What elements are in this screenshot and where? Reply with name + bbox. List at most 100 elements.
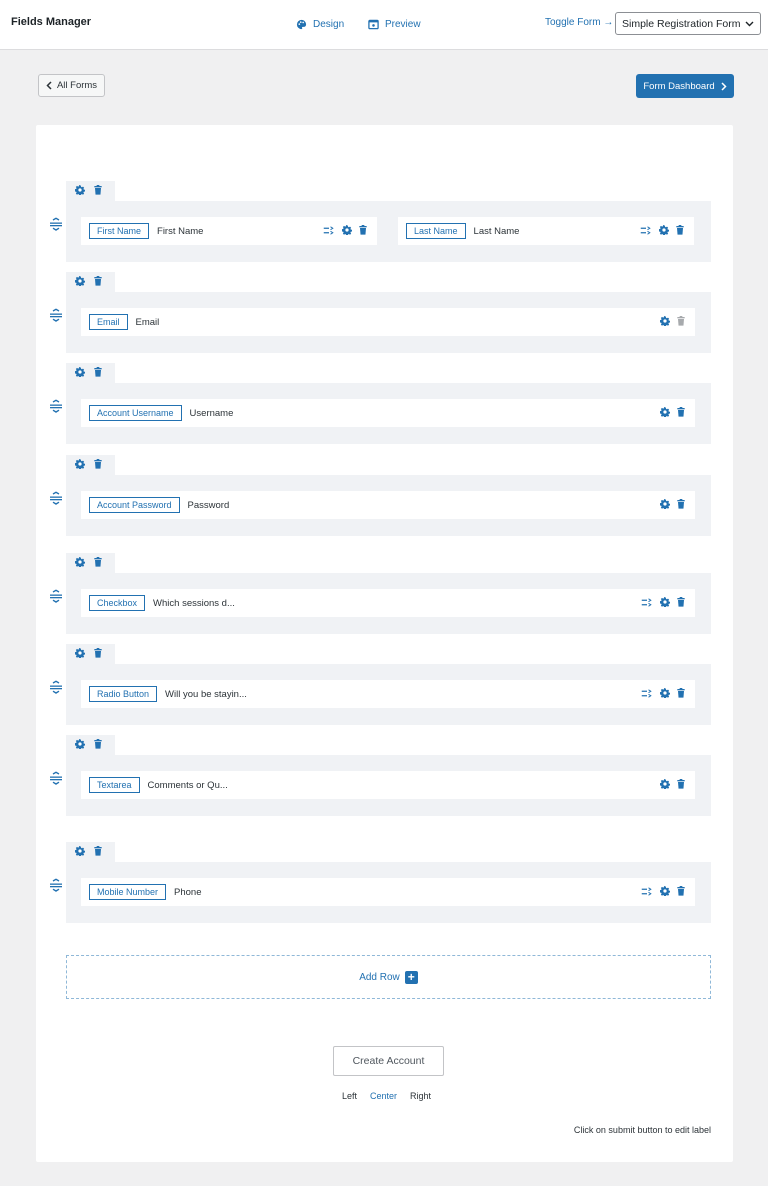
row-trash-icon[interactable] — [94, 366, 102, 380]
field-type-tag: Mobile Number — [89, 884, 167, 900]
plus-icon: + — [404, 970, 418, 984]
row-trash-icon[interactable] — [94, 647, 102, 661]
trash-icon[interactable] — [677, 688, 685, 698]
field-type-tag: Account Password — [89, 497, 180, 513]
form-select[interactable]: Simple Registration Form — [615, 12, 761, 35]
gear-icon[interactable] — [660, 499, 670, 509]
trash-icon[interactable] — [677, 779, 685, 789]
preview-tab[interactable]: Preview — [368, 19, 421, 30]
drag-handle-icon[interactable] — [49, 217, 63, 231]
gear-icon[interactable] — [660, 407, 670, 417]
row-trash-icon[interactable] — [94, 738, 102, 752]
form-field[interactable]: Email Email — [81, 308, 695, 336]
row-gear-icon[interactable] — [74, 738, 86, 752]
form-field[interactable]: First Name First Name — [81, 217, 377, 245]
row-trash-icon[interactable] — [94, 556, 102, 570]
gear-icon[interactable] — [342, 225, 352, 235]
form-field[interactable]: Account Password Password — [81, 491, 695, 519]
drag-handle-icon[interactable] — [49, 491, 63, 505]
align-right-option[interactable]: Right — [410, 1091, 431, 1101]
row-toolbar — [66, 842, 115, 862]
trash-icon[interactable] — [359, 225, 367, 235]
form-dashboard-label: Form Dashboard — [643, 80, 715, 92]
submit-button[interactable]: Create Account — [333, 1046, 444, 1076]
drag-handle-icon[interactable] — [49, 399, 63, 413]
add-row-label: Add Row — [359, 971, 400, 983]
row-gear-icon[interactable] — [74, 458, 86, 472]
all-forms-button[interactable]: All Forms — [38, 74, 105, 97]
add-row-button[interactable]: Add Row + — [66, 955, 711, 999]
conditional-logic-icon[interactable] — [323, 225, 335, 235]
trash-icon[interactable] — [677, 597, 685, 607]
gear-icon[interactable] — [660, 688, 670, 698]
field-label: Comments or Qu... — [147, 779, 228, 791]
design-tab[interactable]: Design — [296, 19, 344, 30]
row-toolbar — [66, 363, 115, 383]
row-trash-icon[interactable] — [94, 275, 102, 289]
trash-icon[interactable] — [677, 886, 685, 896]
form-builder-panel: Add Row + Create Account Left Center Rig… — [36, 125, 733, 1162]
gear-icon[interactable] — [660, 316, 670, 326]
form-field[interactable]: Radio Button Will you be stayin... — [81, 680, 695, 708]
row-trash-icon[interactable] — [94, 458, 102, 472]
conditional-logic-icon[interactable] — [641, 886, 653, 896]
drag-handle-icon[interactable] — [49, 878, 63, 892]
form-field[interactable]: Mobile Number Phone — [81, 878, 695, 906]
gear-icon[interactable] — [659, 225, 669, 235]
conditional-logic-icon[interactable] — [640, 225, 652, 235]
form-select-value: Simple Registration Form — [622, 17, 741, 30]
field-actions — [660, 316, 685, 326]
row-toolbar — [66, 181, 115, 201]
drag-handle-icon[interactable] — [49, 680, 63, 694]
submit-alignment-options: Left Center Right — [342, 1091, 431, 1101]
trash-icon[interactable] — [677, 407, 685, 417]
gear-icon[interactable] — [660, 597, 670, 607]
row-toolbar — [66, 735, 115, 755]
form-field[interactable]: Account Username Username — [81, 399, 695, 427]
submit-hint: Click on submit button to edit label — [573, 1125, 711, 1135]
row-gear-icon[interactable] — [74, 366, 86, 380]
field-label: Password — [187, 499, 230, 511]
field-actions — [660, 499, 685, 509]
gear-icon[interactable] — [660, 779, 670, 789]
form-field[interactable]: Checkbox Which sessions d... — [81, 589, 695, 617]
field-label: Will you be stayin... — [165, 688, 247, 700]
conditional-logic-icon[interactable] — [641, 688, 653, 698]
trash-icon[interactable] — [677, 499, 685, 509]
form-dashboard-button[interactable]: Form Dashboard — [636, 74, 734, 98]
conditional-logic-icon[interactable] — [641, 597, 653, 607]
field-type-tag: Email — [89, 314, 128, 330]
drag-handle-icon[interactable] — [49, 771, 63, 785]
field-type-tag: Account Username — [89, 405, 182, 421]
drag-handle-icon[interactable] — [49, 589, 63, 603]
field-actions — [641, 597, 685, 607]
palette-icon — [296, 19, 307, 30]
row-toolbar — [66, 553, 115, 573]
field-actions — [660, 407, 685, 417]
form-field[interactable]: Textarea Comments or Qu... — [81, 771, 695, 799]
row-trash-icon[interactable] — [94, 845, 102, 859]
design-tab-label: Design — [313, 19, 345, 30]
field-actions — [323, 225, 367, 235]
row-trash-icon[interactable] — [94, 184, 102, 198]
align-center-option[interactable]: Center — [370, 1091, 397, 1101]
row-gear-icon[interactable] — [74, 556, 86, 570]
chevron-left-icon — [46, 81, 52, 90]
row-toolbar — [66, 272, 115, 292]
row-gear-icon[interactable] — [74, 184, 86, 198]
form-field[interactable]: Last Name Last Name — [398, 217, 694, 245]
align-left-option[interactable]: Left — [342, 1091, 357, 1101]
field-label: Last Name — [473, 225, 520, 237]
row-toolbar — [66, 455, 115, 475]
field-actions — [640, 225, 684, 235]
field-label: Phone — [174, 886, 202, 898]
trash-icon[interactable] — [676, 225, 684, 235]
field-type-tag: Textarea — [89, 777, 140, 793]
row-gear-icon[interactable] — [74, 647, 86, 661]
row-gear-icon[interactable] — [74, 275, 86, 289]
field-actions — [641, 886, 685, 896]
field-type-tag: Last Name — [406, 223, 466, 239]
drag-handle-icon[interactable] — [49, 308, 63, 322]
gear-icon[interactable] — [660, 886, 670, 896]
row-gear-icon[interactable] — [74, 845, 86, 859]
